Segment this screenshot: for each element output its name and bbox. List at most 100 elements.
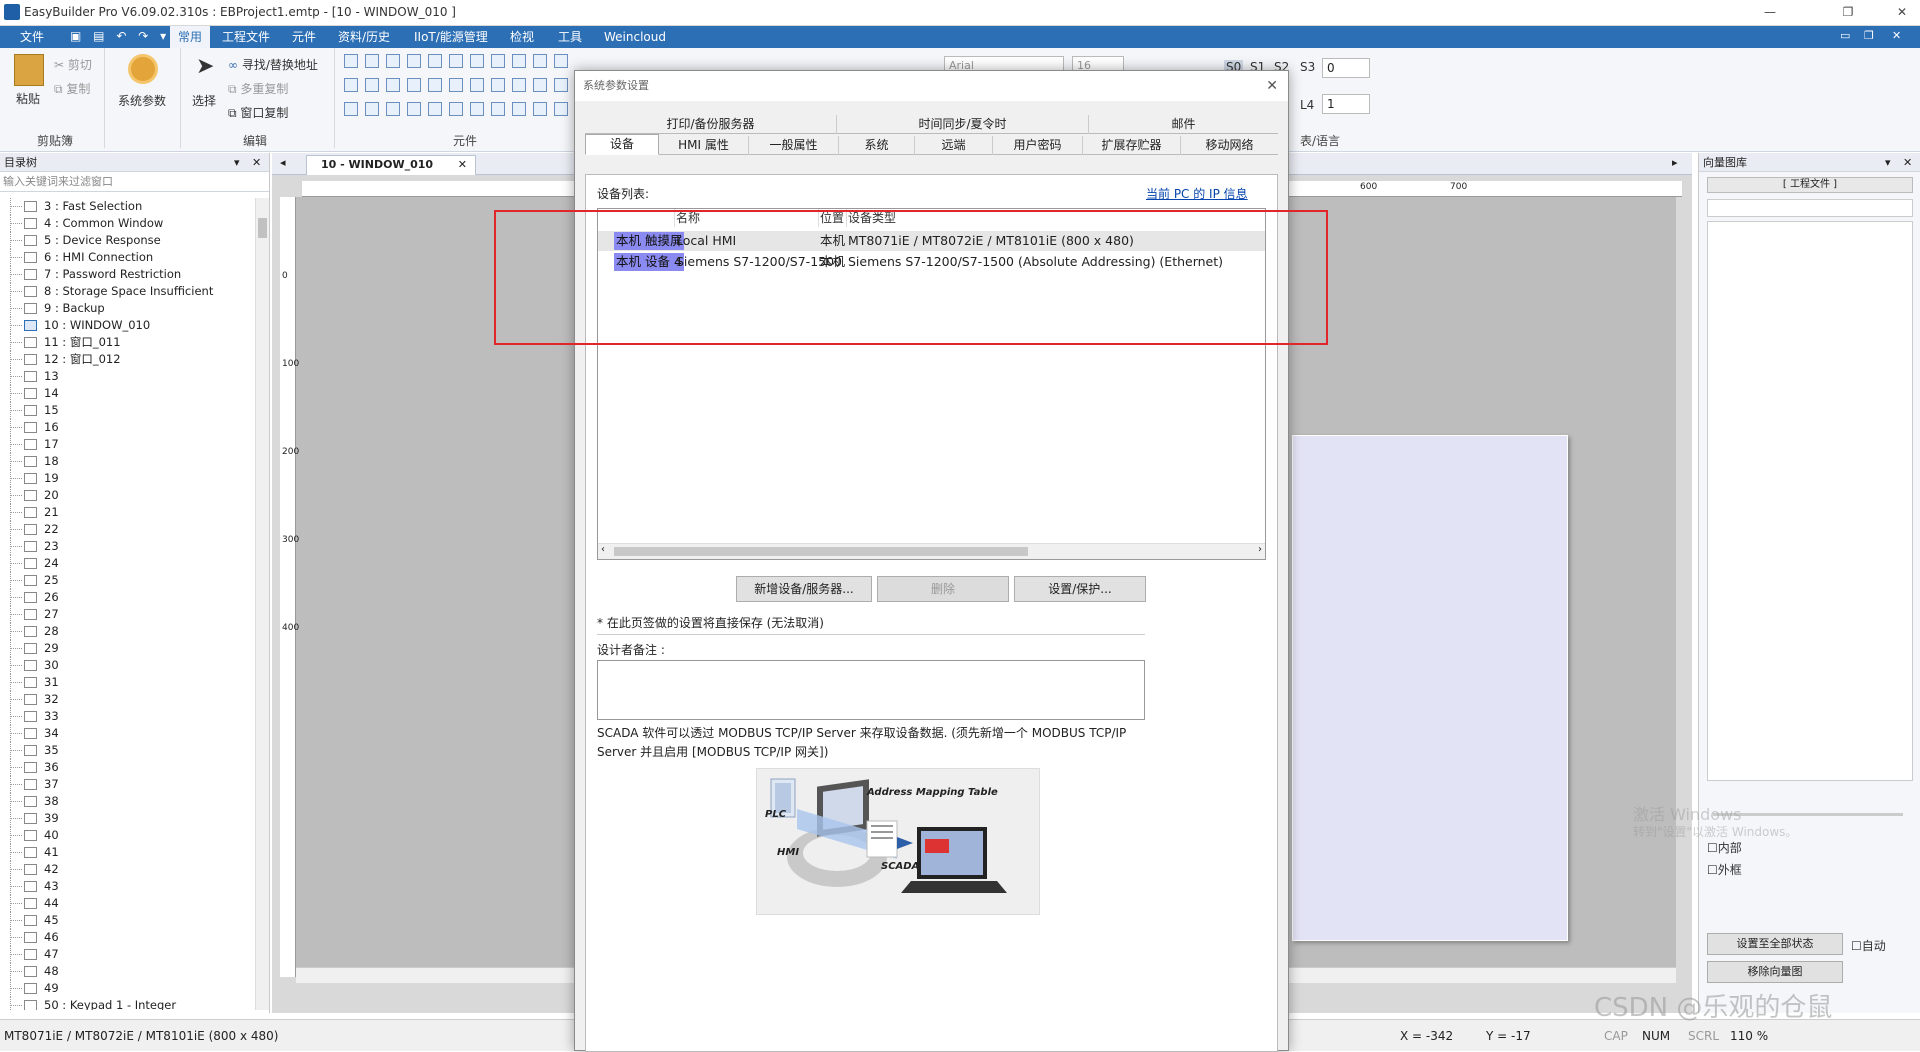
tree-item[interactable]: 49 [0,980,254,997]
set-all-states-button[interactable]: 设置至全部状态 [1707,933,1843,955]
object-tool-icon[interactable] [407,54,421,68]
object-tool-icon[interactable] [533,102,547,116]
device-list-hscrollbar[interactable]: ‹ › [598,543,1265,559]
tab-print-backup[interactable]: 打印/备份服务器 [585,115,837,134]
object-tool-icon[interactable] [407,102,421,116]
object-tool-icon[interactable] [428,54,442,68]
tree-item[interactable]: 38 [0,793,254,810]
tree-item[interactable]: 34 [0,725,254,742]
scroll-thumb[interactable] [258,218,267,238]
tab-close-icon[interactable]: ✕ [458,156,467,174]
scroll-thumb[interactable] [614,547,1028,556]
tree-scrollbar[interactable] [255,198,269,1010]
tree-item[interactable]: 11 : 窗口_011 [0,334,254,351]
tree-item[interactable]: 43 [0,878,254,895]
tree-item[interactable]: 9 : Backup [0,300,254,317]
chk-auto[interactable]: ☐自动 [1851,937,1886,954]
menu-project[interactable]: 工程文件 [214,26,278,48]
doc-close-icon[interactable]: ✕ [1892,29,1901,42]
tree-item[interactable]: 33 [0,708,254,725]
object-tool-icon[interactable] [407,78,421,92]
tree-item[interactable]: 3 : Fast Selection [0,198,254,215]
object-tool-icon[interactable] [533,54,547,68]
object-tool-icon[interactable] [344,102,358,116]
tree-item[interactable]: 47 [0,946,254,963]
object-tool-icon[interactable] [512,78,526,92]
pc-ip-info-link[interactable]: 当前 PC 的 IP 信息 [1146,185,1248,202]
tree-item[interactable]: 40 [0,827,254,844]
save-icon[interactable]: ▣ [70,29,81,43]
system-params-button[interactable]: 系统参数 [118,92,166,109]
tab-hmi-attributes[interactable]: HMI 属性 [659,136,749,155]
tree-item[interactable]: 50 : Keypad 1 - Integer [0,997,254,1010]
tree-item[interactable]: 21 [0,504,254,521]
tree-item[interactable]: 13 [0,368,254,385]
restore-button[interactable]: ❐ [1838,2,1858,22]
scroll-right-icon[interactable]: › [1258,544,1262,555]
tree-item[interactable]: 39 [0,810,254,827]
vector-search-field[interactable] [1707,199,1913,217]
remove-vector-button[interactable]: 移除向量图 [1707,961,1843,983]
tab-remote[interactable]: 远端 [915,136,993,155]
close-button[interactable]: ✕ [1892,2,1912,22]
tree-item[interactable]: 28 [0,623,254,640]
copy-button[interactable]: ⧉ 复制 [54,80,90,97]
object-tool-icon[interactable] [491,102,505,116]
object-tool-icon[interactable] [449,102,463,116]
layer-l4-input[interactable]: 1 [1322,94,1370,114]
tree-item[interactable]: 36 [0,759,254,776]
cut-button[interactable]: ✂ 剪切 [54,56,92,73]
tab-extended-memory[interactable]: 扩展存贮器 [1083,136,1181,155]
state-s3-input[interactable]: 0 [1322,58,1370,78]
tree-item[interactable]: 31 [0,674,254,691]
multi-copy-button[interactable]: ⧉ 多重复制 [228,80,288,97]
tree-item[interactable]: 25 [0,572,254,589]
menu-objects[interactable]: 元件 [284,26,324,48]
object-tool-icon[interactable] [491,54,505,68]
tree-item[interactable]: 4 : Common Window [0,215,254,232]
pointer-icon[interactable]: ➤ [196,54,214,79]
tree-item[interactable]: 20 [0,487,254,504]
object-tool-icon[interactable] [365,54,379,68]
object-tool-icon[interactable] [344,78,358,92]
pane-menu-icon[interactable]: ▾ [234,153,240,172]
object-tool-icon[interactable] [470,78,484,92]
object-tool-icon[interactable] [554,102,568,116]
menu-home[interactable]: 常用 [170,26,211,49]
tab-general[interactable]: 一般属性 [749,136,839,155]
save-all-icon[interactable]: ▤ [93,29,104,43]
tree-item[interactable]: 15 [0,402,254,419]
object-tool-icon[interactable] [365,78,379,92]
vector-gallery[interactable] [1707,221,1913,781]
minimize-button[interactable]: — [1760,2,1780,22]
tab-window-010[interactable]: 10 - WINDOW_010 ✕ [306,155,476,175]
tree-item[interactable]: 23 [0,538,254,555]
tree-item[interactable]: 27 [0,606,254,623]
menu-file[interactable]: 文件 [12,26,52,48]
object-tool-icon[interactable] [491,78,505,92]
tab-mobile-network[interactable]: 移动网络 [1181,136,1278,155]
tree-filter-input[interactable]: 输入关键词来过滤窗口 [0,172,269,192]
customize-qat-icon[interactable]: ▾ [160,29,166,43]
object-tool-icon[interactable] [344,54,358,68]
object-tool-icon[interactable] [533,78,547,92]
device-settings-button[interactable]: 设置/保护... [1014,576,1146,602]
tab-device[interactable]: 设备 [585,134,659,155]
menu-view[interactable]: 检视 [502,26,542,48]
find-replace-button[interactable]: ∞ 寻找/替换地址 [228,56,318,73]
tree-item[interactable]: 8 : Storage Space Insufficient [0,283,254,300]
menu-iiot[interactable]: IIoT/能源管理 [406,26,496,48]
object-tool-icon[interactable] [449,78,463,92]
tree-item[interactable]: 48 [0,963,254,980]
tree-item[interactable]: 32 [0,691,254,708]
tab-scroll-left-icon[interactable]: ◂ [280,156,286,169]
tree-item[interactable]: 45 [0,912,254,929]
object-tool-icon[interactable] [428,78,442,92]
tree-item[interactable]: 37 [0,776,254,793]
tree-item[interactable]: 41 [0,844,254,861]
tab-email[interactable]: 邮件 [1089,115,1278,134]
tree-item[interactable]: 35 [0,742,254,759]
designer-note-textarea[interactable] [597,660,1145,720]
tree-item[interactable]: 17 [0,436,254,453]
scroll-left-icon[interactable]: ‹ [601,544,605,555]
